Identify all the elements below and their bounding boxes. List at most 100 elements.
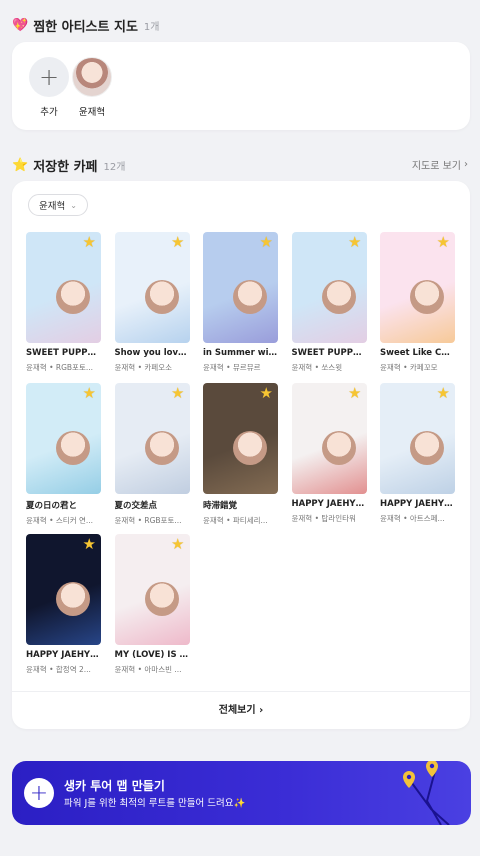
poster-portrait [56, 431, 90, 465]
poster-portrait [144, 431, 179, 465]
cafe-poster-image: ★ [114, 232, 190, 343]
star-icon: ⭐ [12, 158, 29, 173]
banner-title: 생카 투어 맵 만들기 [64, 779, 165, 793]
cafe-tile[interactable]: ★ HAPPY JAEHYU... 윤재혁 • 아트스페... [380, 383, 455, 524]
favorites-header: 💖 찜한 아티스트 지도 1개 [12, 16, 159, 35]
cafe-meta: 윤재혁 • 탑라인타워 [291, 514, 356, 523]
poster-portrait [321, 280, 356, 314]
cafe-tile[interactable]: ★ Show you love li... 윤재혁 • 카페오소 [114, 232, 190, 373]
banner-subtitle: 파워 J를 위한 최적의 루트를 만들어 드려요✨ [64, 798, 246, 809]
cafe-poster-image: ★ [380, 383, 455, 494]
saved-star-icon[interactable]: ★ [171, 235, 184, 250]
cafe-tile[interactable]: ★ 時滞錯覚 윤재혁 • 파티세리... [203, 383, 278, 526]
see-all-label: 전체보기 [218, 705, 256, 716]
chevron-right-icon: › [259, 705, 264, 716]
saved-star-icon[interactable]: ★ [260, 386, 273, 401]
view-on-map-label: 지도로 보기 [411, 161, 461, 172]
cafe-tile[interactable]: ★ Sweet Like Candy 윤재혁 • 카페꼬모 [380, 232, 455, 373]
saved-star-icon[interactable]: ★ [83, 235, 96, 250]
cafe-title: HAPPY JAEHYU... [26, 650, 101, 660]
plus-icon: + [29, 57, 69, 97]
cafe-poster-image: ★ [203, 383, 278, 494]
cafe-tile[interactable]: ★ HAPPY JAEHYU... 윤재혁 • 합정역 2... [26, 534, 101, 675]
cafe-title: Show you love li... [114, 348, 190, 358]
cafe-meta: 윤재혁 • 뮤르뮤르 [203, 363, 261, 372]
cafes-count: 12개 [103, 162, 126, 173]
cafe-meta: 윤재혁 • 파티세리... [203, 516, 268, 525]
favorites-count: 1개 [143, 22, 160, 33]
cafe-title: in Summer with ... [203, 348, 278, 358]
cafes-title: 저장한 카페 [33, 160, 98, 175]
cafe-meta: 윤재혁 • 합정역 2... [26, 665, 91, 674]
cafe-title: SWEET PUPPY S... [26, 348, 101, 358]
cafe-meta: 윤재혁 • 쏘스윗 [291, 363, 343, 372]
heart-icon: 💖 [12, 18, 29, 33]
poster-portrait [56, 280, 90, 314]
create-tour-map-banner[interactable]: + 생카 투어 맵 만들기 파워 J를 위한 최적의 루트를 만들어 드려요✨ [12, 761, 471, 825]
cafe-poster-image: ★ [26, 383, 101, 494]
cafe-meta: 윤재혁 • 카페꼬모 [380, 363, 438, 372]
saved-star-icon[interactable]: ★ [437, 235, 450, 250]
poster-portrait [410, 280, 444, 314]
poster-portrait [233, 431, 267, 465]
cafe-meta: 윤재혁 • 스티커 연... [26, 516, 94, 525]
saved-star-icon[interactable]: ★ [83, 386, 96, 401]
cafe-poster-image: ★ [114, 383, 190, 494]
divider [12, 691, 470, 692]
artist-filter-dropdown[interactable]: 윤재혁 ⌄ [28, 194, 88, 216]
cafe-poster-image: ★ [26, 534, 101, 645]
add-artist-label: 추가 [40, 107, 58, 118]
cafe-meta: 윤재혁 • RGB포토... [114, 516, 182, 525]
cafe-poster-image: ★ [114, 534, 190, 645]
cafe-tile[interactable]: ★ SWEET PUPPY S... 윤재혁 • 쏘스윗 [291, 232, 367, 373]
saved-star-icon[interactable]: ★ [83, 537, 96, 552]
saved-star-icon[interactable]: ★ [171, 386, 184, 401]
route-map-icon [403, 761, 450, 825]
map-pin-icon [426, 761, 438, 777]
cafe-title: HAPPY JAEHYU... [380, 499, 455, 509]
cafe-meta: 윤재혁 • 아마스빈 ... [114, 665, 182, 674]
cafe-meta: 윤재혁 • RGB포토... [26, 363, 94, 372]
cafe-title: SWEET PUPPY S... [291, 348, 367, 358]
saved-star-icon[interactable]: ★ [171, 537, 184, 552]
poster-portrait [233, 280, 267, 314]
cafe-tile[interactable]: ★ SWEET PUPPY S... 윤재혁 • RGB포토... [26, 232, 101, 373]
cafe-tile[interactable]: ★ HAPPY JAEHYU... 윤재혁 • 탑라인타워 [291, 383, 367, 524]
cafe-poster-image: ★ [203, 232, 278, 343]
artist-name: 윤재혁 [78, 107, 106, 118]
saved-star-icon[interactable]: ★ [260, 235, 273, 250]
poster-portrait [321, 431, 356, 465]
artist-filter-value: 윤재혁 [39, 201, 66, 212]
poster-portrait [144, 280, 179, 314]
artist-item[interactable]: 윤재혁 [72, 57, 112, 118]
cafe-poster-image: ★ [291, 383, 367, 494]
saved-star-icon[interactable]: ★ [437, 386, 450, 401]
plus-icon: + [24, 778, 54, 808]
cafes-header: ⭐ 저장한 카페 12개 [12, 156, 125, 175]
cafe-poster-image: ★ [26, 232, 101, 343]
cafe-title: 夏の交差点 [114, 501, 158, 511]
cafe-tile[interactable]: ★ in Summer with ... 윤재혁 • 뮤르뮤르 [203, 232, 278, 373]
see-all-button[interactable]: 전체보기 › [12, 701, 470, 716]
cafe-title: HAPPY JAEHYU... [291, 499, 367, 509]
add-artist-button[interactable]: + 추가 [29, 57, 69, 118]
saved-star-icon[interactable]: ★ [348, 235, 361, 250]
view-on-map-link[interactable]: 지도로 보기 › [412, 157, 468, 172]
cafe-title: Sweet Like Candy [380, 348, 455, 358]
cafe-title: MY (LOVE) IS LI... [114, 650, 190, 660]
cafe-meta: 윤재혁 • 아트스페... [380, 514, 445, 523]
saved-star-icon[interactable]: ★ [348, 386, 361, 401]
cafe-tile[interactable]: ★ 夏の交差点 윤재혁 • RGB포토... [114, 383, 190, 526]
poster-portrait [410, 431, 444, 465]
chevron-right-icon: › [464, 159, 468, 170]
favorite-artists-card: + 추가 윤재혁 [12, 42, 470, 130]
cafe-tile[interactable]: ★ MY (LOVE) IS LI... 윤재혁 • 아마스빈 ... [114, 534, 190, 675]
favorites-title: 찜한 아티스트 지도 [33, 20, 138, 35]
cafe-title: 夏の日の君と [26, 501, 78, 511]
chevron-down-icon: ⌄ [70, 200, 77, 210]
cafe-poster-image: ★ [291, 232, 367, 343]
cafe-tile[interactable]: ★ 夏の日の君と 윤재혁 • 스티커 연... [26, 383, 101, 526]
cafe-poster-image: ★ [380, 232, 455, 343]
saved-cafes-card: 윤재혁 ⌄ ★ SWEET PUPPY S... 윤재혁 • RGB포토... ★ Sh… [12, 181, 470, 729]
cafe-title: 時滞錯覚 [203, 501, 238, 511]
